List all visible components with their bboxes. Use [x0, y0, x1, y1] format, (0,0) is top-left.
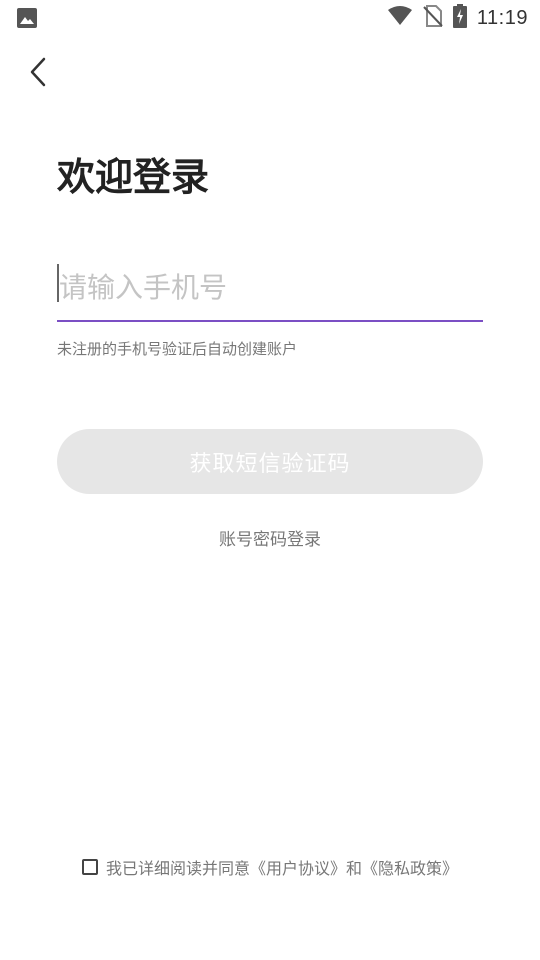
privacy-policy-link[interactable]: 《隐私政策》 — [362, 859, 458, 878]
image-icon — [17, 8, 37, 28]
status-icons: 11:19 — [387, 4, 528, 32]
phone-field[interactable] — [57, 258, 483, 322]
agreement-row: 我已详细阅读并同意《用户协议》和《隐私政策》 — [0, 855, 540, 879]
battery-charging-icon — [452, 4, 467, 32]
password-login-link[interactable]: 账号密码登录 — [0, 525, 540, 550]
get-sms-code-button[interactable]: 获取短信验证码 — [57, 429, 483, 494]
user-agreement-link[interactable]: 《用户协议》 — [250, 859, 346, 878]
register-hint: 未注册的手机号验证后自动创建账户 — [57, 340, 298, 358]
wifi-icon — [387, 6, 413, 30]
phone-input[interactable] — [57, 262, 479, 312]
page-title: 欢迎登录 — [57, 155, 210, 199]
agreement-text: 我已详细阅读并同意《用户协议》和《隐私政策》 — [106, 855, 458, 879]
agreement-conjunction: 和 — [346, 859, 363, 878]
status-bar: 11:19 — [0, 0, 540, 36]
chevron-left-icon — [30, 57, 46, 87]
agreement-prefix: 我已详细阅读并同意 — [105, 859, 250, 878]
no-sim-icon — [423, 5, 443, 31]
agreement-checkbox[interactable] — [81, 859, 98, 875]
status-time: 11:19 — [476, 6, 528, 29]
back-button[interactable] — [20, 54, 56, 90]
